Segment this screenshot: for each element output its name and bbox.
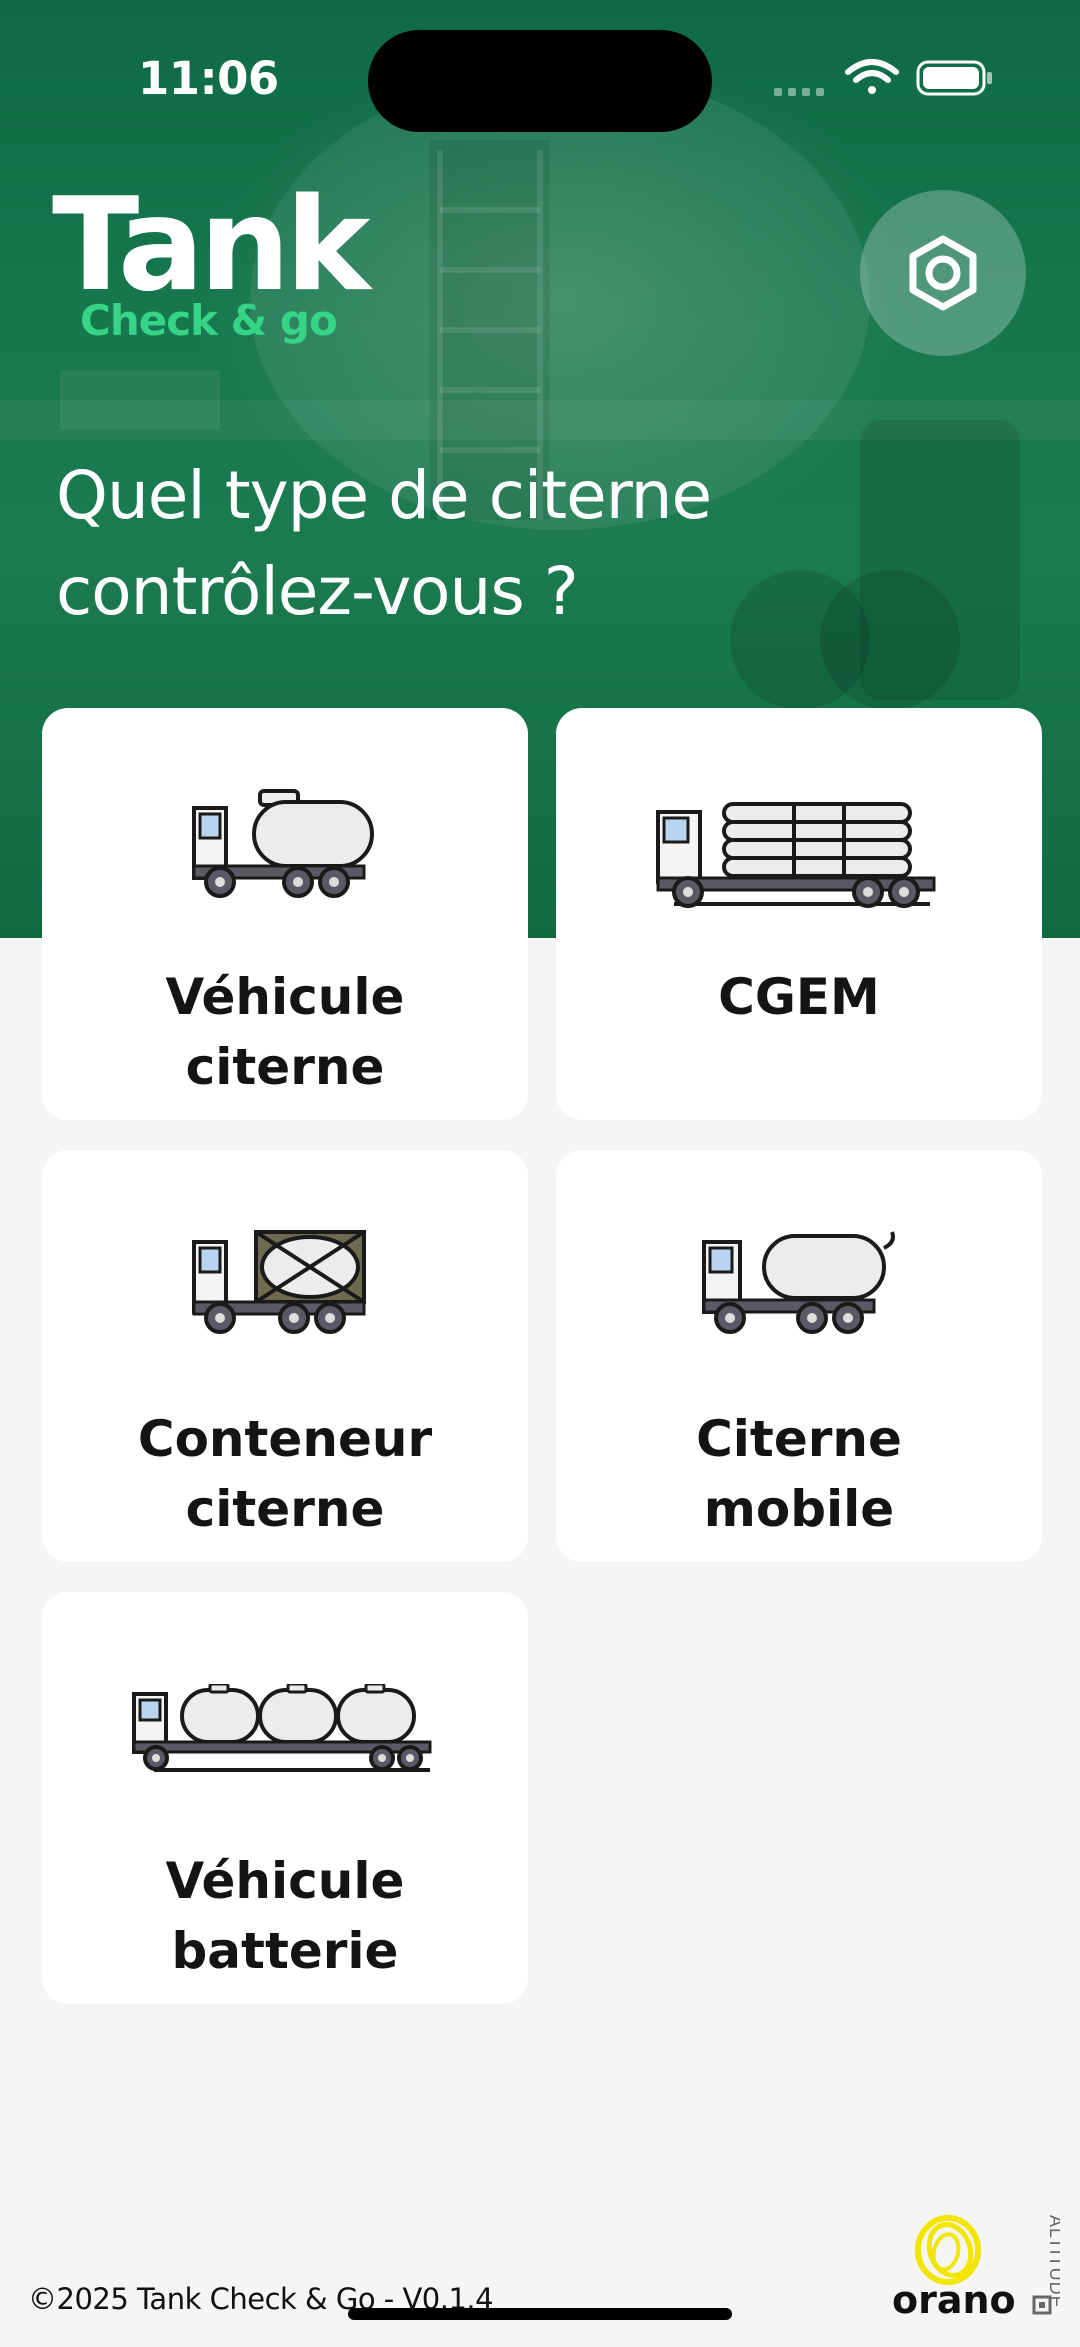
page-title-line-1: Quel type de citerne bbox=[56, 457, 712, 534]
settings-button[interactable] bbox=[860, 190, 1026, 356]
tank-type-label-line-1: Véhicule bbox=[165, 1852, 405, 1910]
tank-type-label-line-2: citerne bbox=[185, 1480, 385, 1538]
app-logo-title: Tank bbox=[52, 171, 370, 320]
tank-type-label-line-2: mobile bbox=[703, 1480, 895, 1538]
tank-type-label: Véhicule batterie bbox=[42, 1846, 528, 1986]
tank-type-label-line-1: Véhicule bbox=[165, 968, 405, 1026]
altitude-logo-icon: ALTITUDE bbox=[1032, 2215, 1060, 2315]
tank-type-card-citerne-mobile[interactable]: Citerne mobile bbox=[556, 1150, 1042, 1562]
mobile-tank-icon bbox=[702, 1231, 895, 1334]
altitude-logo-text: ALTITUDE bbox=[1046, 2215, 1060, 2309]
tank-type-card-vehicule-batterie[interactable]: Véhicule batterie bbox=[42, 1592, 528, 2004]
tank-type-label-line-2: batterie bbox=[171, 1922, 399, 1980]
tank-type-card-vehicule-citerne[interactable]: Véhicule citerne bbox=[42, 708, 528, 1120]
page-title: Quel type de citerne contrôlez-vous ? bbox=[56, 448, 996, 640]
tank-type-label-line-2: citerne bbox=[185, 1038, 385, 1096]
app-logo-subtitle: Check & go bbox=[80, 296, 338, 345]
tank-type-label: Citerne mobile bbox=[556, 1404, 1042, 1544]
tank-truck-icon bbox=[192, 789, 374, 898]
battery-vehicle-icon bbox=[132, 1684, 432, 1772]
page-title-line-2: contrôlez-vous ? bbox=[56, 553, 579, 630]
tank-type-label-line-1: Citerne bbox=[696, 1410, 902, 1468]
tank-type-label: CGEM bbox=[556, 962, 1042, 1032]
battery-icon bbox=[916, 60, 992, 96]
cellular-signal-icon bbox=[774, 88, 824, 96]
tank-container-icon bbox=[192, 1230, 366, 1334]
hex-nut-settings-icon bbox=[909, 235, 977, 311]
orano-logo-icon bbox=[915, 2215, 981, 2285]
wifi-icon bbox=[845, 59, 899, 94]
tank-type-label-line-1: Conteneur bbox=[137, 1410, 433, 1468]
orano-brand-text: orano bbox=[892, 2278, 1016, 2322]
home-indicator[interactable] bbox=[348, 2308, 732, 2320]
status-time: 11:06 bbox=[138, 52, 279, 105]
tank-type-card-cgem[interactable]: CGEM bbox=[556, 708, 1042, 1120]
tank-type-label: Conteneur citerne bbox=[42, 1404, 528, 1544]
cgem-truck-icon bbox=[656, 802, 936, 908]
tank-type-label: Véhicule citerne bbox=[42, 962, 528, 1102]
status-icons bbox=[770, 56, 1000, 104]
tank-type-label-line-2: CGEM bbox=[718, 968, 880, 1026]
dynamic-island bbox=[368, 30, 712, 132]
tank-type-card-conteneur-citerne[interactable]: Conteneur citerne bbox=[42, 1150, 528, 1562]
